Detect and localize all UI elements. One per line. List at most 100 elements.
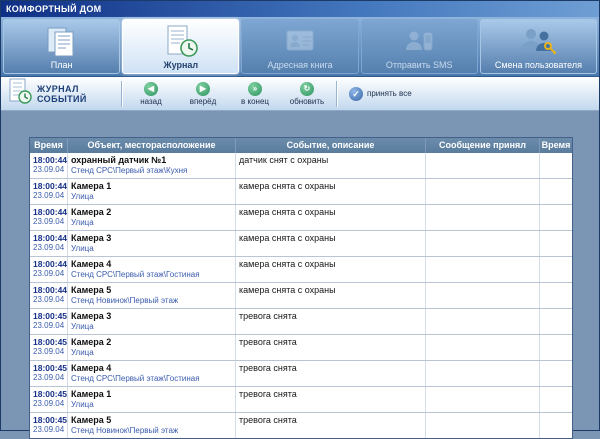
send-sms-icon [400,24,438,60]
header-event: Событие, описание [236,138,426,153]
app-window: КОМФОРТНЫЙ ДОМ План Журнал Адресная книг… [0,0,600,439]
accept-all-button[interactable]: ✓ принять все [343,86,418,101]
cell-received [426,283,540,308]
cell-received [426,231,540,256]
back-icon: ◀ [144,81,158,96]
header-time2: Время [541,140,571,150]
back-label: назад [140,96,162,106]
nav-send-sms-label: Отправить SMS [385,60,453,70]
cell-received [426,205,540,230]
to-end-icon: » [248,81,262,96]
cell-time: 18:00:44 23.09.04 [30,153,68,178]
nav-address-book-button: Адресная книга [241,19,359,74]
nav-change-user-button[interactable]: Смена пользователя [479,19,598,74]
nav-journal-button[interactable]: Журнал [122,19,240,74]
cell-time: 18:00:44 23.09.04 [30,257,68,282]
cell-time: 18:00:45 23.09.04 [30,413,68,438]
table-row[interactable]: 18:00:45 23.09.04 Камера 3 Улица тревога… [30,309,572,335]
cell-time2 [540,387,572,412]
cell-event: тревога снята [236,309,426,334]
cell-object: Камера 3 Улица [68,231,236,256]
cell-received [426,387,540,412]
header-received: Сообщение принял [426,138,540,153]
forward-icon: ▶ [196,81,210,96]
cell-object: Камера 5 Стенд Новинок\Первый этаж [68,283,236,308]
cell-time2 [540,309,572,334]
cell-event: камера снята с охраны [236,205,426,230]
cell-event: камера снята с охраны [236,257,426,282]
back-button[interactable]: ◀ назад [128,81,174,106]
table-row[interactable]: 18:00:45 23.09.04 Камера 2 Улица тревога… [30,335,572,361]
cell-object: Камера 4 Стенд СРС\Первый этаж\Гостиная [68,361,236,386]
nav-change-user-label: Смена пользователя [494,60,582,70]
cell-time: 18:00:44 23.09.04 [30,205,68,230]
cell-time2 [540,361,572,386]
event-log-icon [7,77,33,110]
header-object: Объект, месторасположение [68,138,236,153]
cell-time: 18:00:45 23.09.04 [30,309,68,334]
cell-time2 [540,283,572,308]
to-end-button[interactable]: » в конец [232,81,278,106]
cell-object: Камера 4 Стенд СРС\Первый этаж\Гостиная [68,257,236,282]
forward-label: вперёд [189,96,217,106]
cell-received [426,153,540,178]
table-body: 18:00:44 23.09.04 охранный датчик №1 Сте… [30,153,572,438]
cell-event: датчик снят с охраны [236,153,426,178]
nav-journal-label: Журнал [163,60,199,70]
table-row[interactable]: 18:00:44 23.09.04 Камера 5 Стенд Новинок… [30,283,572,309]
cell-time2 [540,153,572,178]
cell-time2 [540,413,572,438]
nav-plan-button[interactable]: План [3,19,121,74]
table-row[interactable]: 18:00:45 23.09.04 Камера 1 Улица тревога… [30,387,572,413]
cell-time: 18:00:45 23.09.04 [30,335,68,360]
cell-event: тревога снята [236,413,426,438]
refresh-button[interactable]: ↻ обновить [284,81,330,106]
to-end-label: в конец [241,96,269,106]
journal-title-text: ЖУРНАЛ СОБЫТИЙ [37,83,87,104]
window-title: КОМФОРТНЫЙ ДОМ [6,4,102,14]
cell-time2 [540,335,572,360]
cell-time2 [540,179,572,204]
table-row[interactable]: 18:00:44 23.09.04 охранный датчик №1 Сте… [30,153,572,179]
table-row[interactable]: 18:00:44 23.09.04 Камера 4 Стенд СРС\Пер… [30,257,572,283]
cell-received [426,257,540,282]
cell-received [426,361,540,386]
table-row[interactable]: 18:00:44 23.09.04 Камера 3 Улица камера … [30,231,572,257]
journal-toolbar: ЖУРНАЛ СОБЫТИЙ ◀ назад ▶ вперёд » в коне… [1,77,599,111]
journal-icon [161,24,201,60]
table-row[interactable]: 18:00:45 23.09.04 Камера 4 Стенд СРС\Пер… [30,361,572,387]
accept-all-label: принять все [367,89,412,98]
event-table: Время Объект, месторасположение Событие,… [29,137,573,439]
titlebar[interactable]: КОМФОРТНЫЙ ДОМ [1,1,599,17]
cell-time: 18:00:45 23.09.04 [30,387,68,412]
cell-received [426,179,540,204]
cell-event: камера снята с охраны [236,179,426,204]
cell-received [426,413,540,438]
cell-event: камера снята с охраны [236,231,426,256]
cell-object: Камера 2 Улица [68,335,236,360]
table-row[interactable]: 18:00:45 23.09.04 Камера 5 Стенд Новинок… [30,413,572,438]
refresh-icon: ↻ [300,81,314,96]
cell-object: Камера 2 Улица [68,205,236,230]
table-row[interactable]: 18:00:44 23.09.04 Камера 1 Улица камера … [30,179,572,205]
table-header-row: Время Объект, месторасположение Событие,… [30,138,572,153]
cell-event: тревога снята [236,387,426,412]
forward-button[interactable]: ▶ вперёд [180,81,226,106]
cell-time: 18:00:44 23.09.04 [30,283,68,308]
cell-time2 [540,205,572,230]
floor-plan-icon [43,24,81,60]
toolbar-separator [336,80,337,107]
cell-object: охранный датчик №1 Стенд СРС\Первый этаж… [68,153,236,178]
cell-object: Камера 1 Улица [68,179,236,204]
journal-section-title: ЖУРНАЛ СОБЫТИЙ [7,77,115,110]
toolbar-separator [121,80,122,107]
cell-time: 18:00:44 23.09.04 [30,179,68,204]
cell-received [426,309,540,334]
table-row[interactable]: 18:00:44 23.09.04 Камера 2 Улица камера … [30,205,572,231]
nav-address-book-label: Адресная книга [267,60,333,70]
cell-time: 18:00:45 23.09.04 [30,361,68,386]
nav-send-sms-button: Отправить SMS [360,19,478,74]
cell-time: 18:00:44 23.09.04 [30,231,68,256]
cell-time2 [540,257,572,282]
address-book-icon [281,24,319,60]
